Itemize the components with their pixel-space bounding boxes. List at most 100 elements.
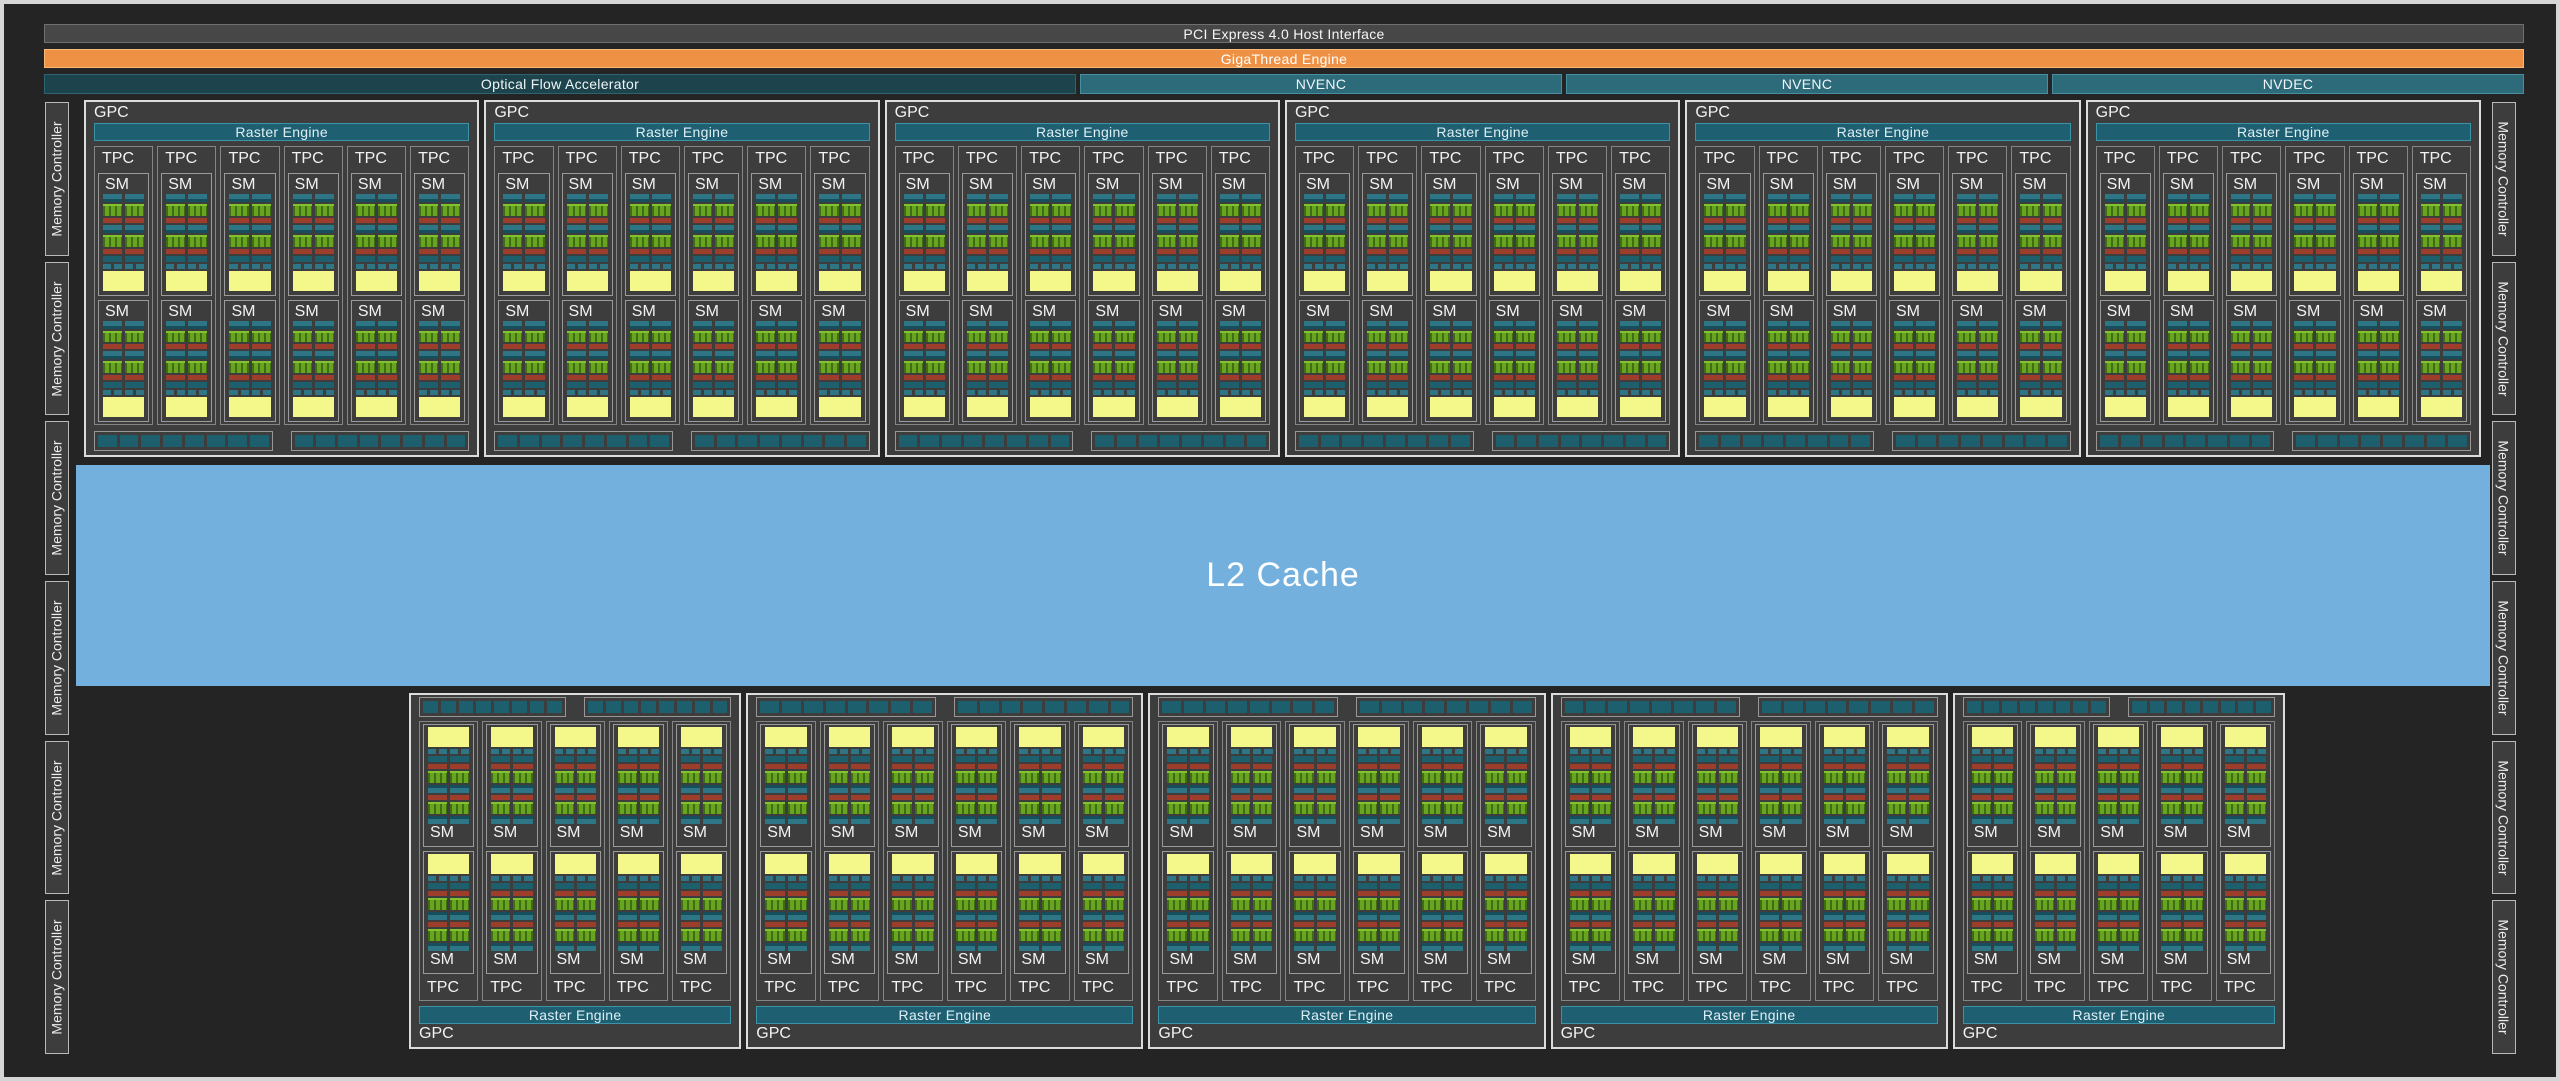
sm-scheduler-bar-cell [1697,816,1716,824]
sm-sfu-segments-row-cell [1994,749,2002,754]
sm-scheduler-bar [2035,816,2076,824]
sm-scheduler-bar-cell [640,943,659,951]
sm-label: SM [1824,824,1866,842]
sm-core-divider-bar-cell [1444,922,1463,927]
sm-ldst-bar-cell [904,256,923,262]
rop-segment [1915,701,1934,713]
sm-core-array-cell [640,898,659,910]
sm-sfu-segments-row-cell [693,390,701,395]
sm-core-array-cell [1557,361,1576,373]
sm-core-array-cell [1516,204,1535,216]
sm-core-divider-bar [1157,344,1198,349]
sm-ldst-bar [1760,756,1802,762]
sm-scheduler-bar [630,351,671,359]
sm-sfu-segments-row [1972,749,2013,754]
sm-scheduler-bar-cell [652,351,671,359]
sm-core-array-cell [577,929,596,941]
sm-core-array [567,361,608,373]
sm-scheduler-bar [293,225,334,233]
sm-core-divider-bar-cell [2225,891,2244,896]
sm-sfu-segments-row-cell [2098,876,2106,881]
sm-sfu-segments-row-cell [1358,749,1366,754]
tpc-label: TPC [1882,978,1934,998]
sm-core-divider-bar [491,764,532,769]
sm-core-array-cell [2443,204,2462,216]
sm-sfu-segments-row-cell [2247,749,2255,754]
sm-sfu-segments-row-cell [567,264,575,269]
sm-ldst-bar-cell [1704,256,1723,262]
sm-sfu-segments-row-cell [829,876,837,881]
sm-core-divider-bar [1220,375,1261,380]
tpc-label: TPC [887,978,939,998]
sm-core-divider-bar [892,795,934,800]
sm-core-divider-bar [904,218,945,223]
sm-scheduler-bar [1704,194,1745,202]
sm-block: SM [1615,300,1666,423]
sm-l1-cache-block [756,397,797,417]
sm-sfu-segments-row-cell [1887,876,1895,881]
sm-core-array-cell [1592,771,1611,783]
sm-core-divider-bar [681,891,722,896]
sm-l1-cache-block [1894,271,1935,291]
sm-core-array-cell [1444,898,1463,910]
sm-scheduler-bar-cell [778,225,797,233]
sm-ldst-bar-cell [252,256,271,262]
sm-sfu-segments-row-cell [1179,876,1187,881]
sm-scheduler-bar [1557,321,1598,329]
tpc-block: SMSMTPC [546,721,605,1001]
sm-scheduler-bar-cell [1304,321,1323,329]
sm-core-divider-bar-cell [1317,764,1336,769]
tpc-label: TPC [962,149,1013,169]
sm-ldst-bar [1294,756,1336,762]
sm-scheduler-bar [2231,321,2272,329]
sm-ldst-bar-cell [1782,883,1801,889]
sm-scheduler-bar-cell [693,225,712,233]
sm-ldst-bar-cell [103,256,122,262]
sm-core-divider-bar-cell [989,218,1008,223]
sm-sfu-segments-row-cell [1104,390,1112,395]
sm-l1-cache-block-cell [1760,727,1802,747]
sm-ldst-bar [1358,756,1400,762]
sm-core-divider-bar-cell [652,218,671,223]
gpc-block: SMSMTPCSMSMTPCSMSMTPCSMSMTPCSMSMTPCSMSMT… [1148,693,1545,1049]
sm-l1-cache-block-cell [1220,271,1261,291]
sm-core-array-cell [2380,361,2399,373]
sm-core-array-cell [1697,898,1716,910]
sm-ldst-bar-cell [1190,883,1209,889]
sm-core-array-cell [1592,898,1611,910]
sm-ldst-bar-cell [525,382,544,388]
sm-l1-cache-block-cell [356,271,397,291]
rop-segment [2038,701,2053,713]
sm-ldst-bar [1894,382,1935,388]
sm-l1-cache-block [1304,397,1345,417]
sm-scheduler-bar-cell [252,225,271,233]
sm-core-divider-bar [2161,922,2202,927]
sm-core-divider-bar [491,795,532,800]
sm-scheduler-bar-cell [1994,816,2013,824]
sm-core-divider-bar-cell [1190,922,1209,927]
sm-sfu-segments-row-cell [1979,390,1987,395]
sm-ldst-bar [904,256,945,262]
sm-label: SM [765,951,807,969]
sm-core-divider-bar-cell [1704,249,1723,254]
sm-l1-cache-block-cell [1019,727,1061,747]
sm-core-divider-bar [2168,249,2209,254]
sm-scheduler-bar-cell [491,785,510,793]
sm-sfu-segments-row-cell [978,876,986,881]
sm-scheduler-bar-cell [2231,225,2250,233]
sm-sfu-segments-row-cell [1505,390,1513,395]
sm-scheduler-bar-cell [1916,321,1935,329]
sm-ldst-bar-cell [640,756,659,762]
sm-scheduler-bar-cell [1620,351,1639,359]
sm-sfu-segments-row [2168,390,2209,395]
sm-internal-units [2421,194,2462,291]
sm-core-array [1485,898,1527,910]
sm-scheduler-bar-cell [441,225,460,233]
sm-scheduler-bar-cell [1242,321,1261,329]
sm-l1-cache-block-cell [1231,727,1273,747]
sm-core-divider-bar-cell [1093,375,1112,380]
sm-core-divider-bar-cell [819,344,838,349]
sm-core-array-cell [2247,802,2266,814]
sm-core-divider-bar-cell [681,891,700,896]
sm-scheduler-bar [1824,943,1866,951]
